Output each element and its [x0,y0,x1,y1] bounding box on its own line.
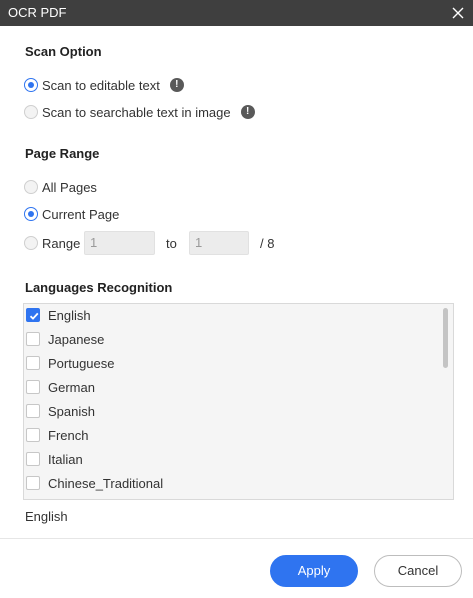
range-to-input[interactable]: 1 [189,231,249,255]
apply-button[interactable]: Apply [270,555,358,587]
footer-divider [0,538,473,539]
checkbox[interactable] [26,380,40,394]
language-item-italian[interactable]: Italian [25,448,83,470]
checkbox[interactable] [26,308,40,322]
selected-languages-summary: English [25,509,68,524]
radio-range[interactable]: Range [24,234,80,252]
radio-button[interactable] [24,236,38,250]
checkbox[interactable] [26,476,40,490]
language-label: French [48,427,89,443]
language-item-german[interactable]: German [25,376,95,398]
language-item-spanish[interactable]: Spanish [25,400,95,422]
language-label: Chinese_Traditional [48,475,164,491]
languages-heading: Languages Recognition [25,280,173,295]
language-label: English [48,307,91,323]
range-to-label: to [166,236,177,251]
radio-scan-searchable[interactable]: Scan to searchable text in image ! [24,103,255,121]
checkbox[interactable] [26,332,40,346]
page-total: / 8 [260,236,275,251]
language-item-portuguese[interactable]: Portuguese [25,352,115,374]
radio-all-pages[interactable]: All Pages [24,178,97,196]
radio-button[interactable] [24,180,38,194]
checkbox[interactable] [26,356,40,370]
language-label: Japanese [48,331,105,347]
radio-button[interactable] [24,207,38,221]
range-from-input[interactable]: 1 [84,231,155,255]
checkbox[interactable] [26,404,40,418]
scan-option-heading: Scan Option [25,44,102,59]
info-icon[interactable]: ! [169,78,184,92]
close-icon[interactable] [449,4,467,22]
window-title: OCR PDF [8,5,67,20]
title-bar: OCR PDF [0,0,473,26]
radio-button[interactable] [24,105,38,119]
language-label: Spanish [48,403,95,419]
cancel-button[interactable]: Cancel [374,555,462,587]
radio-label: Scan to searchable text in image [42,104,231,120]
language-label: Portuguese [48,355,115,371]
checkbox[interactable] [26,452,40,466]
language-label: German [48,379,95,395]
scrollbar-thumb[interactable] [443,308,448,368]
radio-label: Range [42,235,81,251]
language-list[interactable]: English Japanese Portuguese German Spani… [23,303,454,500]
info-icon[interactable]: ! [240,105,255,119]
language-item-chinese-traditional[interactable]: Chinese_Traditional [25,472,163,494]
checkbox[interactable] [26,428,40,442]
radio-label: Current Page [42,206,120,222]
page-range-heading: Page Range [25,146,100,161]
language-item-french[interactable]: French [25,424,88,446]
radio-button[interactable] [24,78,38,92]
radio-label: Scan to editable text [42,77,160,93]
language-item-english[interactable]: English [25,304,91,326]
language-label: Italian [48,451,83,467]
radio-current-page[interactable]: Current Page [24,205,119,223]
radio-label: All Pages [42,179,97,195]
radio-scan-editable[interactable]: Scan to editable text ! [24,76,184,94]
language-item-japanese[interactable]: Japanese [25,328,104,350]
